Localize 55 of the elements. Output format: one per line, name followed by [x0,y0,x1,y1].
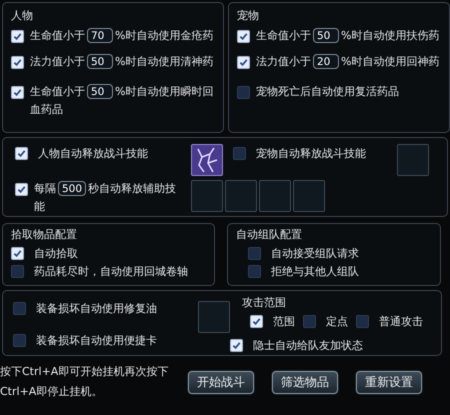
option-label: 宠物自动释放战斗技能 [256,146,366,160]
option-label: 宠物死亡后自动使用复活药品 [256,84,399,100]
option-label: 人物自动释放战斗技能 [38,146,148,160]
option-label: 自动接受组队请求 [271,246,359,260]
input-field[interactable]: 20 [313,54,339,70]
checkbox[interactable] [13,334,26,347]
option-label: 每隔 500 秒自动释放辅助技能 [34,180,177,215]
checkbox[interactable] [13,302,26,315]
option-label: 生命值小于 50 %时自动使用瞬时回血药品 [30,83,214,118]
option-label: 普通攻击 [379,314,423,328]
checkbox[interactable] [237,86,250,99]
checkbox[interactable] [237,30,250,43]
checkbox[interactable] [230,338,243,352]
checkbox[interactable] [11,246,24,260]
action-button[interactable]: 开始战斗 [188,370,254,394]
checkbox[interactable] [356,314,369,328]
item-slot[interactable] [198,301,230,333]
option-label: 装备损坏自动使用修复油 [36,301,157,316]
option-label: 生命值小于 50 %时自动使用扶伤药 [256,27,440,45]
checkbox[interactable] [248,246,261,260]
option-label: 定点 [326,314,348,328]
input-field[interactable]: 50 [87,54,113,70]
input-field[interactable]: 50 [313,28,339,44]
checkbox[interactable] [15,183,28,196]
checkbox[interactable] [250,314,263,328]
action-button[interactable]: 重新设置 [356,370,422,394]
checkbox[interactable] [248,264,261,278]
panel-title: 人物 [11,8,33,23]
panel-title: 自动组队配置 [236,227,302,242]
input-field[interactable]: 500 [58,181,86,196]
option-label: 生命值小于 70 %时自动使用金疮药 [30,27,214,45]
option-label: 法力值小于 50 %时自动使用清神药 [30,53,214,71]
checkbox[interactable] [11,86,24,99]
option-label: 范围 [273,314,295,328]
checkbox[interactable] [237,56,250,69]
input-field[interactable]: 50 [87,84,113,100]
option-label: 隐士自动给队友加状态 [253,338,363,352]
panel-title: 拾取物品配置 [11,227,77,242]
checkbox[interactable] [11,264,24,278]
option-label: 装备损坏自动使用便捷卡 [36,333,157,348]
checkbox[interactable] [233,146,246,160]
panel-title: 宠物 [237,8,259,23]
checkbox[interactable] [15,146,28,160]
checkbox[interactable] [11,30,24,43]
section-title: 攻击范围 [242,295,287,310]
skill-slot[interactable] [191,144,223,176]
option-label: 拒绝与其他人组队 [271,264,359,278]
action-button[interactable]: 筛选物品 [272,370,338,394]
option-label: 法力值小于 20 %时自动使用回神药 [256,53,440,71]
hint-text: 按下Ctrl+A即可开始挂机再次按下 Ctrl+A即停止挂机。 [0,364,170,400]
option-label: 自动拾取 [34,246,78,260]
option-label: 药品耗尽时，自动使用回城卷轴 [34,264,188,278]
checkbox[interactable] [303,314,316,328]
input-field[interactable]: 70 [87,28,113,44]
checkbox[interactable] [11,56,24,69]
